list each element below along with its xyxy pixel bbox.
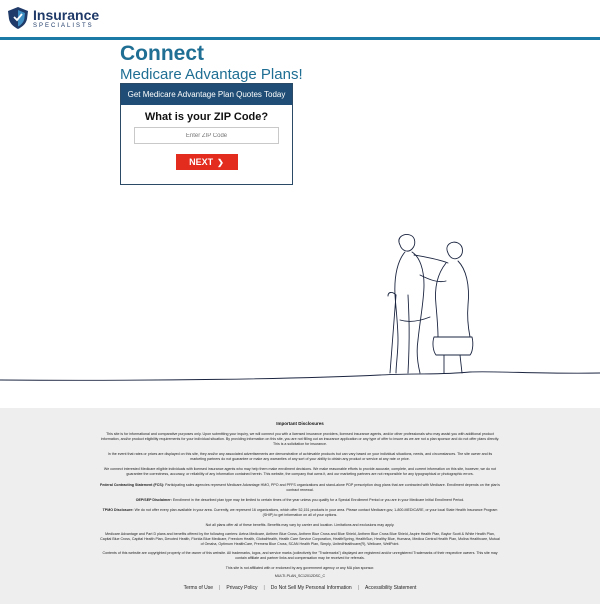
disclosure-paragraph: This site is for informational and compa… [100, 432, 500, 446]
zip-code-input[interactable] [134, 127, 279, 144]
brand-name: Insurance [33, 6, 100, 23]
chevron-right-icon: ❯ [217, 157, 224, 167]
disclosure-paragraph: This site is not affiliated with or endo… [225, 566, 375, 570]
site-logo[interactable]: Insurance SPECIALISTS [6, 6, 99, 30]
fcs-text: Participating sales agencies represent M… [165, 483, 500, 492]
zip-form-card: Get Medicare Advantage Plan Quotes Today… [120, 83, 293, 185]
terms-link[interactable]: Terms of Use [178, 585, 219, 591]
form-heading: Get Medicare Advantage Plan Quotes Today [121, 84, 292, 105]
tpmo-disclosure: TPMO Disclosure: We do not offer every p… [100, 508, 500, 518]
tpmo-text: We do not offer every plan available in … [134, 508, 498, 517]
oep-disclaimer: OEP/SEP Disclaimer: Enrollment in the de… [100, 498, 500, 503]
disclosure-paragraph: We connect interested Medicare eligible … [103, 467, 497, 476]
footer-links: Terms of Use | Privacy Policy | Do Not Sel… [0, 585, 600, 591]
disclosures-title: Important Disclosures [276, 421, 324, 426]
next-button-label: NEXT [189, 157, 214, 167]
brand-subtitle: SPECIALISTS [33, 22, 94, 29]
header-divider [0, 37, 600, 40]
hero-subtitle: Medicare Advantage Plans! [120, 66, 303, 83]
disclosure-paragraph: Not all plans offer all of these benefit… [205, 523, 395, 527]
fcs-statement: Federal Contracting Statement (FCS): Par… [100, 483, 500, 493]
tpmo-label: TPMO Disclosure: [102, 508, 134, 512]
page-code: MULTI-PLAN_SC12012DSC_C [274, 574, 326, 578]
privacy-link[interactable]: Privacy Policy [220, 585, 263, 591]
disclosures-footer: Important Disclosures This site is for i… [0, 408, 600, 604]
do-not-sell-link[interactable]: Do Not Sell My Personal Information [265, 585, 358, 591]
next-button[interactable]: NEXT ❯ [175, 154, 238, 170]
zip-question: What is your ZIP Code? [144, 111, 269, 123]
hero-title: Connect [120, 42, 204, 65]
disclosure-paragraph: In the event that rates or prices are di… [107, 452, 493, 461]
site-header: Insurance SPECIALISTS [0, 0, 600, 37]
copyright-paragraph: Contents of this website are copyrighted… [102, 551, 498, 560]
accessibility-link[interactable]: Accessibility Statement [359, 585, 422, 591]
carriers-paragraph: Medicare Advantage and Part D plans and … [100, 532, 500, 546]
elderly-couple-line-art [0, 234, 600, 381]
oep-text: Enrollment in the described plan type ma… [172, 498, 465, 502]
oep-label: OEP/SEP Disclaimer: [135, 498, 172, 502]
fcs-label: Federal Contracting Statement (FCS): [100, 483, 165, 487]
shield-logo-icon [8, 7, 28, 29]
